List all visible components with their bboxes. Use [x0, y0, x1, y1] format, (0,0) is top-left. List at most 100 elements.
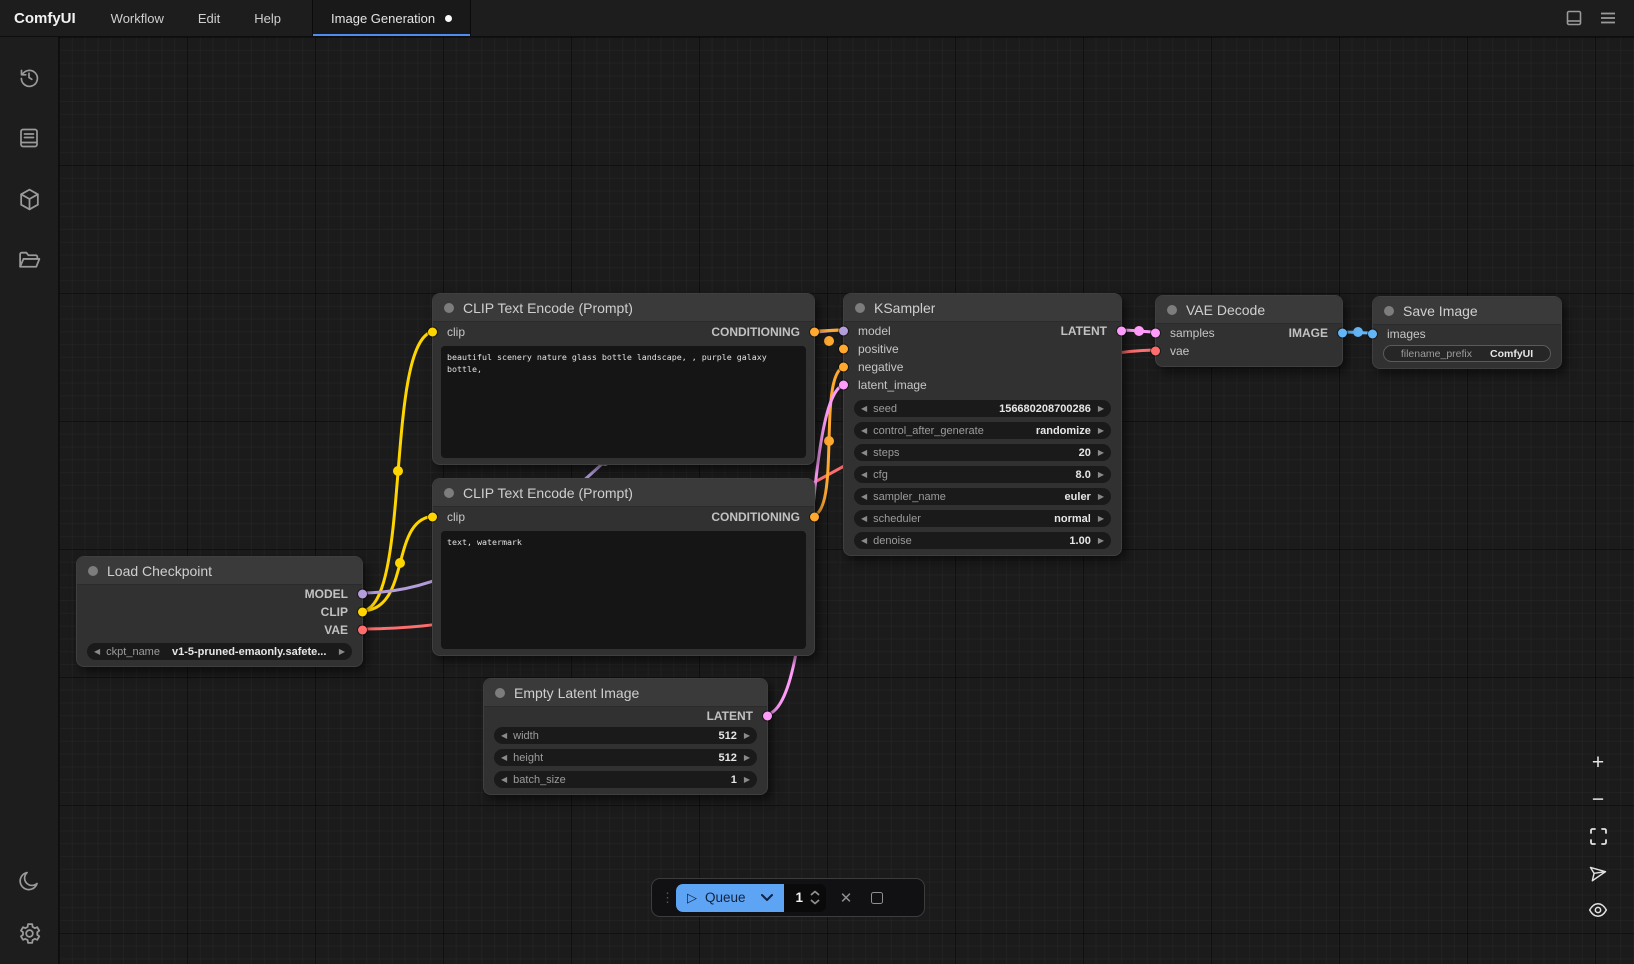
menu-help[interactable]: Help — [237, 0, 298, 36]
queue-button[interactable]: ▷ Queue — [676, 884, 758, 912]
input-slot-model[interactable] — [839, 327, 848, 336]
decrement-arrow-icon[interactable]: ◀ — [861, 471, 867, 479]
decrement-arrow-icon[interactable]: ◀ — [861, 493, 867, 501]
output-slot-latent[interactable] — [763, 712, 772, 721]
collapse-dot-icon[interactable] — [444, 488, 454, 498]
input-slot-positive[interactable] — [839, 345, 848, 354]
widget-sampler-name[interactable]: ◀ sampler_name euler ▶ — [854, 488, 1111, 505]
increment-arrow-icon[interactable]: ▶ — [744, 732, 750, 740]
decrement-arrow-icon[interactable]: ◀ — [861, 405, 867, 413]
decrement-arrow-icon[interactable]: ◀ — [501, 776, 507, 784]
toggle-links-eye-icon[interactable] — [1586, 898, 1610, 922]
node-title-bar[interactable]: KSampler — [844, 294, 1121, 322]
widget-width[interactable]: ◀ width 512 ▶ — [494, 727, 757, 744]
decrement-arrow-icon[interactable]: ◀ — [501, 732, 507, 740]
node-vae-decode[interactable]: VAE Decode samples IMAGE vae — [1155, 295, 1343, 367]
node-clip-text-encode-negative[interactable]: CLIP Text Encode (Prompt) clip CONDITION… — [432, 478, 815, 656]
collapse-dot-icon[interactable] — [855, 303, 865, 313]
fit-view-icon[interactable] — [1586, 824, 1610, 848]
decrement-arrow-icon[interactable]: ◀ — [501, 754, 507, 762]
collapse-dot-icon[interactable] — [88, 566, 98, 576]
output-slot-latent[interactable] — [1117, 327, 1126, 336]
output-slot-model[interactable] — [358, 590, 367, 599]
menu-workflow[interactable]: Workflow — [94, 0, 181, 36]
node-title-bar[interactable]: CLIP Text Encode (Prompt) — [433, 294, 814, 322]
widget-ckpt-name[interactable]: ◀ ckpt_name v1-5-pruned-emaonly.safete..… — [87, 643, 352, 660]
widget-filename-prefix[interactable]: filename_prefix ComfyUI — [1383, 345, 1551, 362]
increment-arrow-icon[interactable]: ▶ — [1098, 515, 1104, 523]
prompt-textarea[interactable]: text, watermark — [441, 531, 806, 649]
node-library-icon[interactable] — [8, 117, 50, 159]
decrement-arrow-icon[interactable]: ◀ — [861, 515, 867, 523]
increment-arrow-icon[interactable]: ▶ — [744, 754, 750, 762]
increment-arrow-icon[interactable]: ▶ — [339, 648, 345, 656]
stop-icon[interactable] — [866, 892, 888, 904]
input-slot-clip[interactable] — [428, 328, 437, 337]
node-title-bar[interactable]: Save Image — [1373, 297, 1561, 325]
widget-control-after-generate[interactable]: ◀ control_after_generate randomize ▶ — [854, 422, 1111, 439]
zoom-in-icon[interactable]: + — [1586, 750, 1610, 774]
zoom-out-icon[interactable]: − — [1586, 787, 1610, 811]
drag-handle-icon[interactable]: ⋮ — [661, 894, 667, 901]
input-slot-clip[interactable] — [428, 513, 437, 522]
increment-arrow-icon[interactable]: ▶ — [1098, 427, 1104, 435]
decrement-arrow-icon[interactable]: ◀ — [861, 427, 867, 435]
node-title-bar[interactable]: Empty Latent Image — [484, 679, 767, 707]
input-slot-latent-image[interactable] — [839, 381, 848, 390]
widget-height[interactable]: ◀ height 512 ▶ — [494, 749, 757, 766]
batch-count-input[interactable]: 1 — [784, 884, 827, 912]
node-title-bar[interactable]: Load Checkpoint — [77, 557, 362, 585]
clear-queue-x-icon[interactable]: ✕ — [835, 889, 857, 907]
decrement-arrow-icon[interactable]: ◀ — [861, 449, 867, 457]
output-slot-image[interactable] — [1338, 329, 1347, 338]
increment-arrow-icon[interactable]: ▶ — [1098, 537, 1104, 545]
output-slot-conditioning[interactable] — [810, 513, 819, 522]
menu-edit[interactable]: Edit — [181, 0, 237, 36]
increment-arrow-icon[interactable]: ▶ — [1098, 471, 1104, 479]
widget-steps[interactable]: ◀ steps 20 ▶ — [854, 444, 1111, 461]
input-slot-samples[interactable] — [1151, 329, 1160, 338]
widget-denoise[interactable]: ◀ denoise 1.00 ▶ — [854, 532, 1111, 549]
increment-arrow-icon[interactable]: ▶ — [744, 776, 750, 784]
collapse-dot-icon[interactable] — [495, 688, 505, 698]
model-library-icon[interactable] — [8, 178, 50, 220]
bottom-panel-toggle-icon[interactable] — [1564, 8, 1584, 28]
prompt-textarea[interactable]: beautiful scenery nature glass bottle la… — [441, 346, 806, 458]
settings-gear-icon[interactable] — [8, 912, 50, 954]
increment-arrow-icon[interactable]: ▶ — [1098, 405, 1104, 413]
widget-seed[interactable]: ◀ seed 156680208700286 ▶ — [854, 400, 1111, 417]
decrement-arrow-icon[interactable]: ◀ — [94, 648, 100, 656]
node-save-image[interactable]: Save Image images filename_prefix ComfyU… — [1372, 296, 1562, 369]
widget-cfg[interactable]: ◀ cfg 8.0 ▶ — [854, 466, 1111, 483]
node-clip-text-encode-positive[interactable]: CLIP Text Encode (Prompt) clip CONDITION… — [432, 293, 815, 465]
history-icon[interactable] — [8, 56, 50, 98]
stepper-up-icon[interactable] — [810, 890, 820, 896]
widget-batch-size[interactable]: ◀ batch_size 1 ▶ — [494, 771, 757, 788]
output-slot-vae[interactable] — [358, 626, 367, 635]
node-ksampler[interactable]: KSampler model LATENT positive negative … — [843, 293, 1122, 556]
increment-arrow-icon[interactable]: ▶ — [1098, 449, 1104, 457]
node-title-bar[interactable]: VAE Decode — [1156, 296, 1342, 324]
output-slot-clip[interactable] — [358, 608, 367, 617]
output-label: CONDITIONING — [711, 325, 800, 339]
stepper-down-icon[interactable] — [810, 899, 820, 905]
workflows-folder-icon[interactable] — [8, 239, 50, 281]
hamburger-menu-icon[interactable] — [1598, 8, 1618, 28]
pan-arrow-icon[interactable] — [1586, 861, 1610, 885]
input-slot-images[interactable] — [1368, 330, 1377, 339]
input-slot-vae[interactable] — [1151, 347, 1160, 356]
collapse-dot-icon[interactable] — [1167, 305, 1177, 315]
node-empty-latent-image[interactable]: Empty Latent Image LATENT ◀ width 512 ▶ … — [483, 678, 768, 795]
theme-toggle-moon-icon[interactable] — [8, 860, 50, 902]
output-slot-conditioning[interactable] — [810, 328, 819, 337]
collapse-dot-icon[interactable] — [1384, 306, 1394, 316]
increment-arrow-icon[interactable]: ▶ — [1098, 493, 1104, 501]
node-title-bar[interactable]: CLIP Text Encode (Prompt) — [433, 479, 814, 507]
decrement-arrow-icon[interactable]: ◀ — [861, 537, 867, 545]
collapse-dot-icon[interactable] — [444, 303, 454, 313]
tab-image-generation[interactable]: Image Generation — [312, 0, 471, 36]
widget-scheduler[interactable]: ◀ scheduler normal ▶ — [854, 510, 1111, 527]
queue-options-chevron[interactable] — [758, 884, 784, 912]
input-slot-negative[interactable] — [839, 363, 848, 372]
node-load-checkpoint[interactable]: Load Checkpoint MODEL CLIP VAE ◀ ckpt_na… — [76, 556, 363, 667]
